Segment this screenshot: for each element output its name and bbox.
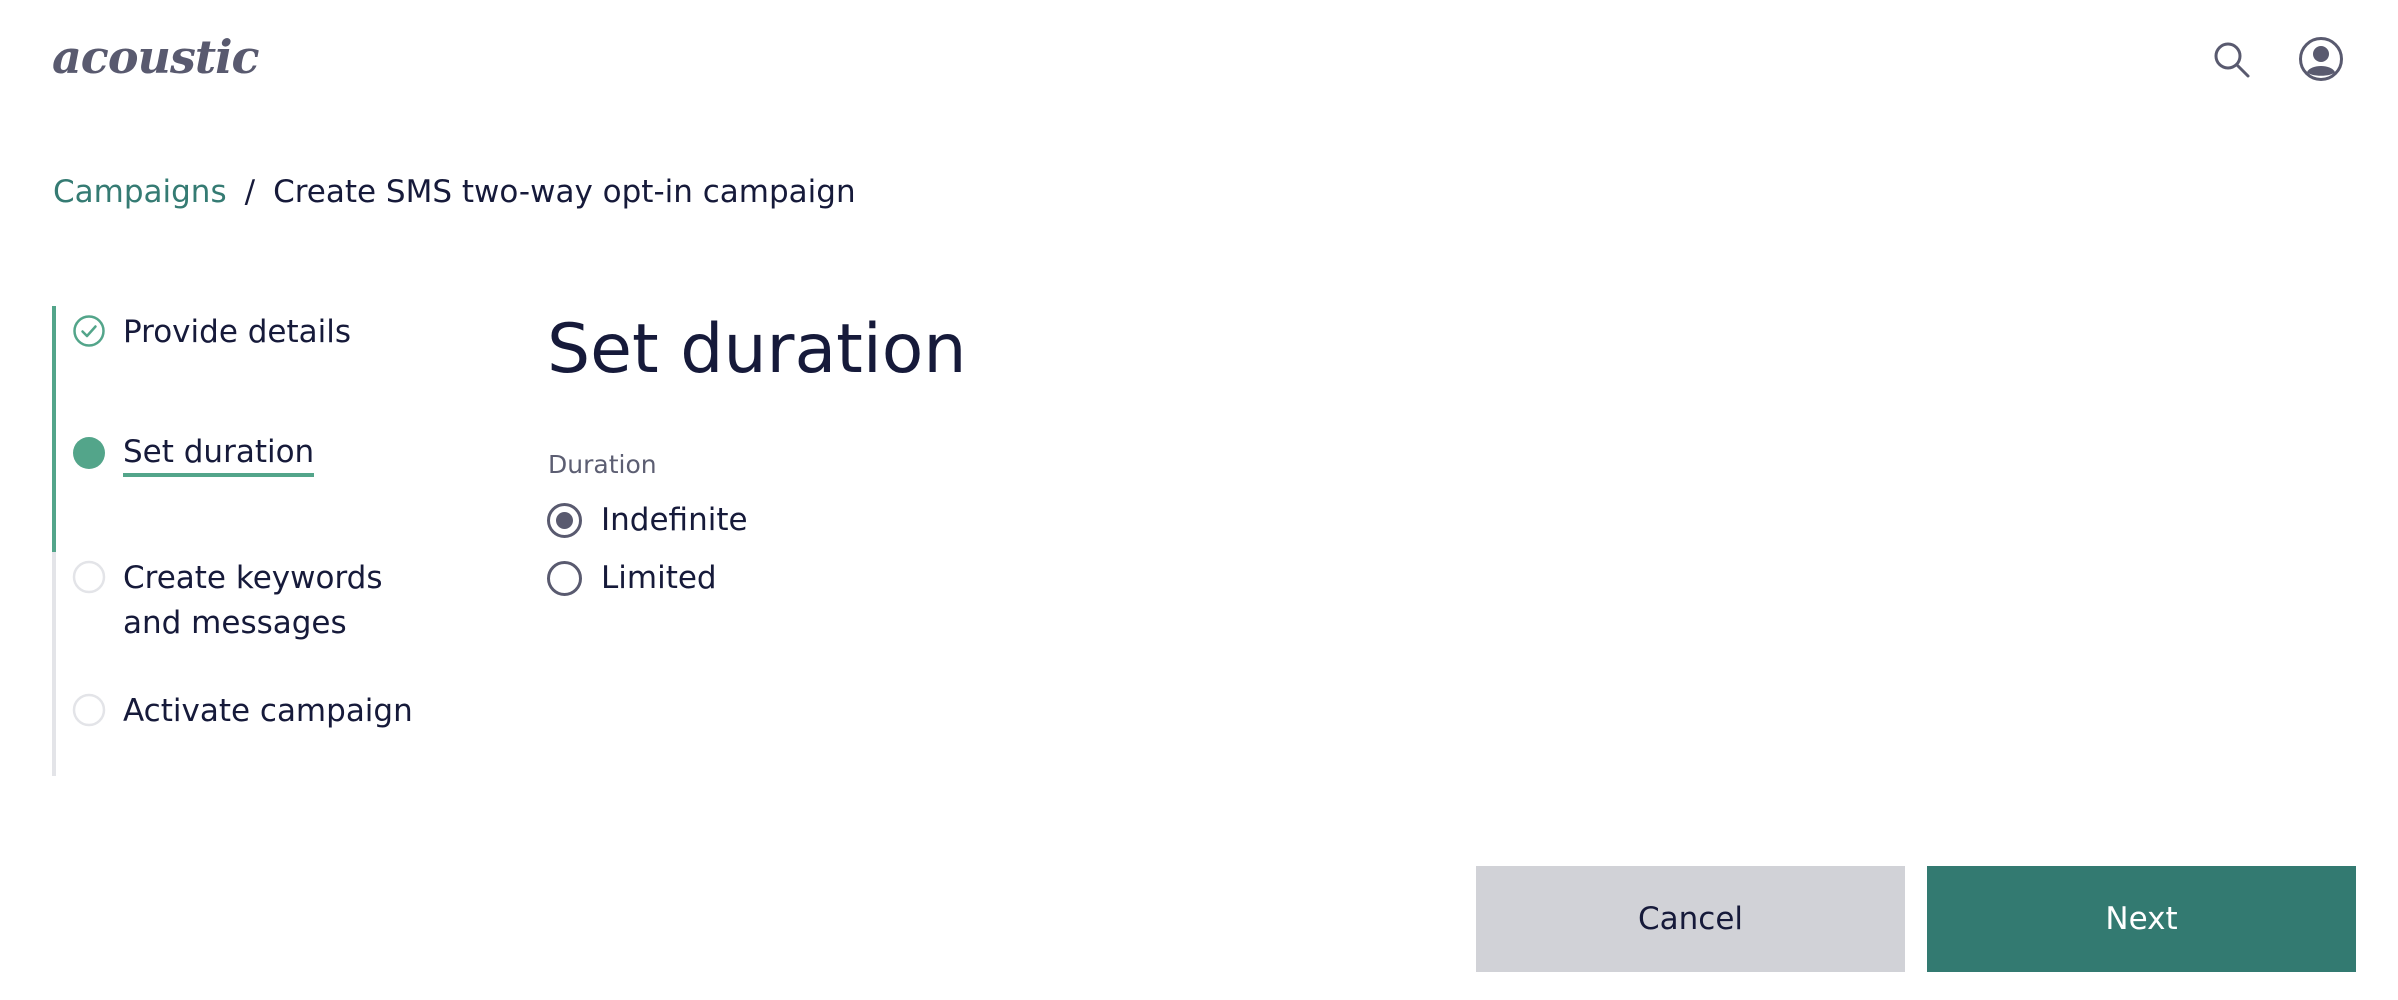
next-button[interactable]: Next — [1927, 866, 2356, 972]
top-header: acoustic — [0, 0, 2398, 120]
breadcrumb: Campaigns / Create SMS two-way opt-in camp… — [53, 172, 856, 212]
step-label: Provide details — [123, 314, 352, 350]
user-profile-button[interactable] — [2298, 36, 2344, 82]
step-label: Activate campaign — [123, 693, 413, 729]
step-label-line-1: Create keywords — [123, 560, 383, 596]
radio-label: Limited — [601, 560, 717, 596]
step-label: Create keywords and messages — [123, 556, 382, 646]
page-title: Set duration — [547, 310, 967, 389]
breadcrumb-campaigns-link[interactable]: Campaigns — [53, 174, 227, 210]
progress-stepper: Provide details Set duration Create keyw… — [52, 306, 452, 776]
step-label-line-2: and messages — [123, 605, 347, 641]
user-avatar-icon — [2299, 37, 2343, 81]
radio-button-checked[interactable] — [547, 503, 582, 538]
check-circle-icon — [72, 314, 106, 348]
breadcrumb-current: Create SMS two-way opt-in campaign — [273, 174, 856, 210]
breadcrumb-separator: / — [244, 174, 256, 210]
acoustic-logo[interactable]: acoustic — [52, 30, 260, 84]
cancel-button[interactable]: Cancel — [1476, 866, 1905, 972]
stepper-progress-bar — [52, 306, 56, 552]
step-label: Set duration — [123, 432, 315, 477]
radio-button-unchecked[interactable] — [547, 561, 582, 596]
search-icon — [2214, 42, 2250, 78]
empty-circle-icon — [72, 693, 106, 727]
duration-label: Duration — [548, 450, 657, 479]
search-button[interactable] — [2210, 38, 2254, 82]
filled-circle-icon — [72, 436, 106, 470]
empty-circle-icon — [72, 560, 106, 594]
radio-label: Indefinite — [601, 502, 748, 538]
